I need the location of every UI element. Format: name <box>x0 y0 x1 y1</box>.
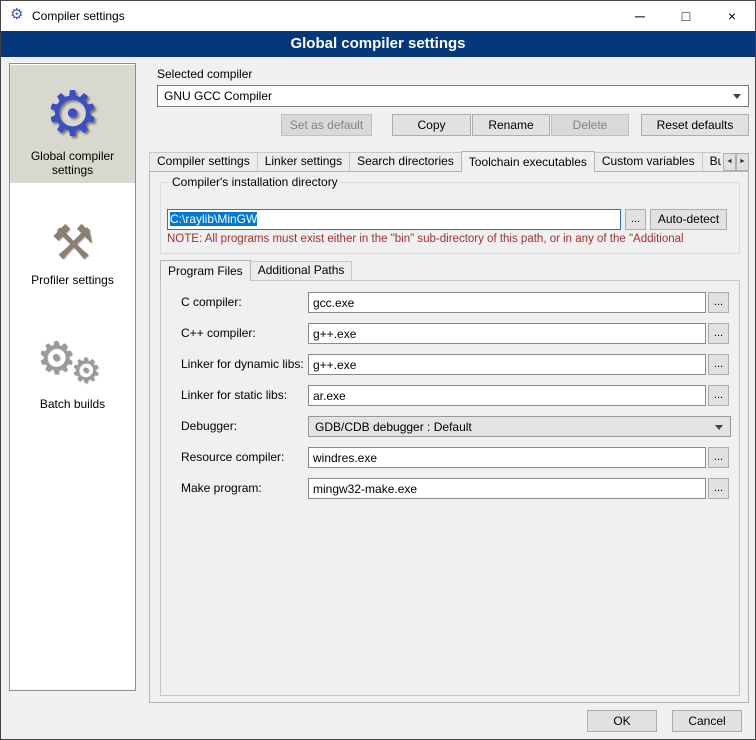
tab-toolchain-executables[interactable]: Toolchain executables <box>461 151 595 172</box>
toolchain-panel: Compiler's installation directory C:\ray… <box>149 171 749 703</box>
tab-scroll-right-icon[interactable]: ► <box>736 153 749 171</box>
minimize-button[interactable]: ─ <box>617 1 663 31</box>
subtab-program-files[interactable]: Program Files <box>160 260 251 281</box>
cancel-button[interactable]: Cancel <box>672 710 742 732</box>
gears-icon: ⚙ ⚙ <box>33 337 113 395</box>
c-compiler-input[interactable] <box>308 292 706 313</box>
chevron-down-icon <box>715 425 723 430</box>
linker-dynamic-input[interactable] <box>308 354 706 375</box>
selected-compiler-label: Selected compiler <box>157 67 252 81</box>
make-program-label: Make program: <box>181 481 262 495</box>
chevron-down-icon <box>733 94 741 99</box>
compiler-settings-window: ⚙ Compiler settings ─ □ × Global compile… <box>0 0 756 740</box>
installation-directory-groupbox: Compiler's installation directory C:\ray… <box>160 182 740 254</box>
close-button[interactable]: × <box>709 1 755 31</box>
debugger-select-value: GDB/CDB debugger : Default <box>315 420 472 434</box>
debugger-select[interactable]: GDB/CDB debugger : Default <box>308 416 731 437</box>
cpp-compiler-label: C++ compiler: <box>181 326 256 340</box>
cpp-compiler-browse-button[interactable]: ... <box>708 323 729 344</box>
window-title: Compiler settings <box>32 9 125 23</box>
window-gear-icon: ⚙ <box>10 7 23 23</box>
program-files-panel: C compiler: ... C++ compiler: ... Linker… <box>160 280 740 696</box>
hammer-icon: ⚒ <box>51 217 94 271</box>
make-program-input[interactable] <box>308 478 706 499</box>
sidebar: ⚙ Global compiler settings ⚒ Profiler se… <box>9 63 136 691</box>
linker-dynamic-label: Linker for dynamic libs: <box>181 357 304 371</box>
linker-static-input[interactable] <box>308 385 706 406</box>
gear-icon: ⚙ <box>45 83 101 147</box>
gear-icon: ⚙ <box>71 351 101 391</box>
install-dir-browse-button[interactable]: ... <box>625 209 646 230</box>
debugger-label: Debugger: <box>181 419 237 433</box>
linker-static-browse-button[interactable]: ... <box>708 385 729 406</box>
tab-compiler-settings[interactable]: Compiler settings <box>149 152 258 171</box>
reset-defaults-button[interactable]: Reset defaults <box>641 114 749 136</box>
titlebar: ⚙ Compiler settings ─ □ × <box>1 1 755 31</box>
tab-build-options[interactable]: Buil <box>702 152 721 171</box>
sidebar-item-label: Global compiler settings <box>10 147 135 183</box>
dialog-header: Global compiler settings <box>1 31 755 57</box>
sidebar-item-profiler-settings[interactable]: ⚒ Profiler settings <box>10 197 135 293</box>
caption-buttons: ─ □ × <box>617 1 755 31</box>
compiler-select-value: GNU GCC Compiler <box>164 89 272 103</box>
make-program-browse-button[interactable]: ... <box>708 478 729 499</box>
linker-dynamic-browse-button[interactable]: ... <box>708 354 729 375</box>
settings-tabbar: Compiler settings Linker settings Search… <box>149 151 721 172</box>
ok-button[interactable]: OK <box>587 710 657 732</box>
sidebar-item-batch-builds[interactable]: ⚙ ⚙ Batch builds <box>10 317 135 417</box>
c-compiler-label: C compiler: <box>181 295 242 309</box>
subtab-additional-paths[interactable]: Additional Paths <box>250 261 353 280</box>
install-dir-input[interactable]: C:\raylib\MinGW <box>167 209 621 230</box>
program-files-subtabbar: Program Files Additional Paths <box>160 260 352 281</box>
linker-static-label: Linker for static libs: <box>181 388 287 402</box>
resource-compiler-label: Resource compiler: <box>181 450 284 464</box>
resource-compiler-input[interactable] <box>308 447 706 468</box>
compiler-select[interactable]: GNU GCC Compiler <box>157 85 749 107</box>
c-compiler-browse-button[interactable]: ... <box>708 292 729 313</box>
set-as-default-button[interactable]: Set as default <box>281 114 372 136</box>
tab-linker-settings[interactable]: Linker settings <box>257 152 350 171</box>
tab-scroll-left-icon[interactable]: ◄ <box>723 153 736 171</box>
rename-button[interactable]: Rename <box>472 114 550 136</box>
delete-button[interactable]: Delete <box>551 114 629 136</box>
resource-compiler-browse-button[interactable]: ... <box>708 447 729 468</box>
install-dir-note: NOTE: All programs must exist either in … <box>167 233 733 245</box>
install-dir-selected-text: C:\raylib\MinGW <box>170 212 257 226</box>
tab-custom-variables[interactable]: Custom variables <box>594 152 703 171</box>
maximize-button[interactable]: □ <box>663 1 709 31</box>
sidebar-item-label: Profiler settings <box>29 271 116 293</box>
sidebar-item-label: Batch builds <box>38 395 107 417</box>
auto-detect-button[interactable]: Auto-detect <box>650 209 727 230</box>
installation-directory-title: Compiler's installation directory <box>169 175 341 189</box>
sidebar-item-global-compiler-settings[interactable]: ⚙ Global compiler settings <box>10 65 135 183</box>
copy-button[interactable]: Copy <box>392 114 471 136</box>
cpp-compiler-input[interactable] <box>308 323 706 344</box>
tab-search-directories[interactable]: Search directories <box>349 152 462 171</box>
